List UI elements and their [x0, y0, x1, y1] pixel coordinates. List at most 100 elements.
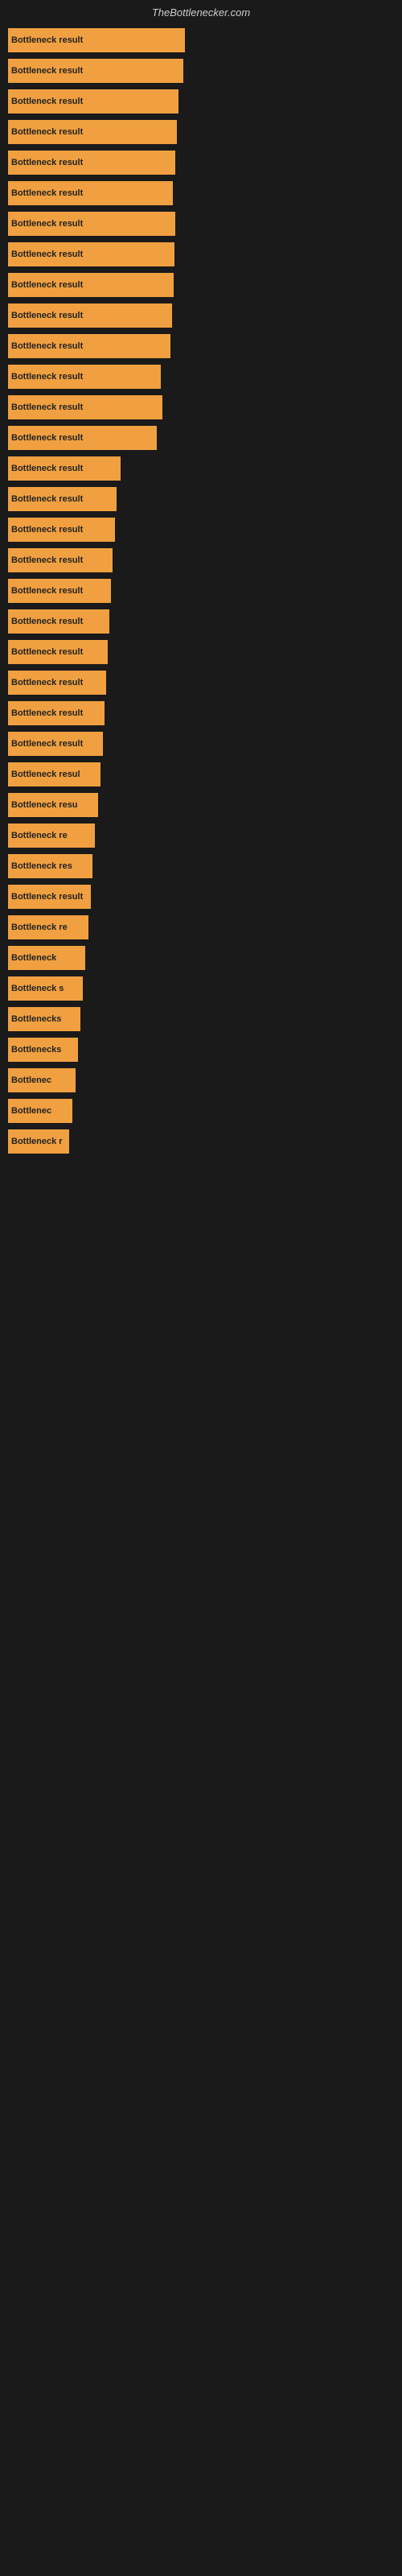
bar-label-9: Bottleneck result	[11, 311, 83, 320]
bar-10: Bottleneck result50.5	[8, 334, 170, 358]
bar-wrap: Bottleneck result51.8	[8, 89, 178, 114]
bar-label-30: Bottleneck	[11, 953, 56, 963]
bar-wrap: Bottleneck result	[8, 640, 108, 664]
bar-label-28: Bottleneck result	[11, 892, 83, 902]
bar-label-36: Bottleneck r	[11, 1137, 63, 1146]
bar-label-0: Bottleneck result	[11, 35, 83, 45]
bar-label-31: Bottleneck s	[11, 984, 64, 993]
bar-27: Bottleneck res	[8, 854, 92, 878]
bar-35: Bottlenec	[8, 1099, 72, 1123]
bar-wrap: Bottleneck s	[8, 976, 83, 1001]
bar-value-2: 51.8	[183, 96, 201, 107]
bar-value-10: 50.5	[174, 341, 193, 352]
bar-row: Bottleneck result51	[8, 270, 394, 300]
bar-label-1: Bottleneck result	[11, 66, 83, 76]
bar-row: Bottleneck result	[8, 453, 394, 484]
bar-row: Bottleneck result	[8, 484, 394, 514]
bar-wrap: Bottleneck result52.4	[8, 59, 183, 83]
bar-29: Bottleneck re	[8, 915, 88, 939]
bar-9: Bottleneck result50.7	[8, 303, 172, 328]
bar-wrap: Bottleneck result	[8, 885, 91, 909]
bar-wrap: Bottleneck re	[8, 824, 95, 848]
bar-17: Bottleneck result	[8, 548, 113, 572]
bar-wrap: Bottlenecks	[8, 1038, 78, 1062]
bar-label-5: Bottleneck result	[11, 188, 83, 198]
bar-wrap: Bottleneck result	[8, 548, 113, 572]
site-title: TheBottlenecker.com	[152, 6, 250, 19]
bar-wrap: Bottleneck result	[8, 456, 121, 481]
bar-wrap: Bottleneck result51.1	[8, 242, 174, 266]
bar-label-18: Bottleneck result	[11, 586, 83, 596]
bar-wrap: Bottleneck result50.7	[8, 303, 172, 328]
bar-row: Bottleneck re	[8, 820, 394, 851]
bar-label-10: Bottleneck result	[11, 341, 83, 351]
bar-row: Bottleneck result	[8, 606, 394, 637]
bar-label-3: Bottleneck result	[11, 127, 83, 137]
bar-wrap: Bottleneck res	[8, 854, 92, 878]
bar-6: Bottleneck result51.3	[8, 212, 175, 236]
bar-label-29: Bottleneck re	[11, 923, 68, 932]
bar-row: Bottleneck result 50.7	[8, 300, 394, 331]
bar-16: Bottleneck result	[8, 518, 115, 542]
bar-5: Bottleneck result50.9	[8, 181, 173, 205]
bar-label-11: Bottleneck result	[11, 372, 83, 382]
site-header: TheBottlenecker.com	[0, 0, 402, 22]
bar-label-4: Bottleneck result	[11, 158, 83, 167]
bar-26: Bottleneck re	[8, 824, 95, 848]
bar-label-15: Bottleneck result	[11, 494, 83, 504]
bar-row: Bottleneck result50.9	[8, 178, 394, 208]
bar-label-20: Bottleneck result	[11, 647, 83, 657]
bar-3: Bottleneck result51.5	[8, 120, 177, 144]
bar-wrap: Bottleneck resul	[8, 762, 100, 786]
bar-value-9: 50.7	[176, 310, 195, 321]
bar-value-6: 51.3	[179, 218, 198, 229]
bar-value-3: 51.5	[181, 126, 199, 138]
bar-wrap: Bottleneck result	[8, 609, 109, 634]
bar-21: Bottleneck result	[8, 671, 106, 695]
bar-0: Bottleneck result52.6	[8, 28, 185, 52]
bar-wrap: Bottleneck result48.9	[8, 365, 161, 389]
bar-wrap: Bottleneck result51	[8, 273, 174, 297]
bar-row: Bottleneck result 51.3	[8, 208, 394, 239]
bar-wrap: Bottleneck result	[8, 671, 106, 695]
bar-32: Bottlenecks	[8, 1007, 80, 1031]
bars-container: Bottleneck result52.6 Bottleneck result52…	[0, 22, 402, 1160]
bar-label-8: Bottleneck result	[11, 280, 83, 290]
bar-row: Bottleneck result 51.5	[8, 117, 394, 147]
bar-label-22: Bottleneck result	[11, 708, 83, 718]
bar-row: Bottleneck result	[8, 637, 394, 667]
bar-12: Bottleneck result49.2	[8, 395, 162, 419]
bar-label-14: Bottleneck result	[11, 464, 83, 473]
bar-row: Bottleneck r	[8, 1126, 394, 1157]
bar-11: Bottleneck result48.9	[8, 365, 161, 389]
bar-row: Bottleneck result52.6	[8, 25, 394, 56]
bar-row: Bottlenec	[8, 1096, 394, 1126]
bar-wrap: Bottleneck result51.3	[8, 212, 175, 236]
bar-label-13: Bottleneck result	[11, 433, 83, 443]
bar-wrap: Bottleneck resu	[8, 793, 98, 817]
bar-row: Bottlenecks	[8, 1004, 394, 1034]
bar-wrap: Bottleneck result51.5	[8, 120, 177, 144]
bar-label-34: Bottlenec	[11, 1075, 51, 1085]
bar-wrap: Bottleneck re	[8, 915, 88, 939]
bar-label-25: Bottleneck resu	[11, 800, 78, 810]
bar-28: Bottleneck result	[8, 885, 91, 909]
bar-34: Bottlenec	[8, 1068, 76, 1092]
bar-19: Bottleneck result	[8, 609, 109, 634]
bar-22: Bottleneck result	[8, 701, 105, 725]
bar-label-24: Bottleneck resul	[11, 770, 80, 779]
bar-wrap: Bottleneck result	[8, 518, 115, 542]
bar-wrap: Bottleneck result	[8, 732, 103, 756]
bar-wrap: Bottleneck r	[8, 1129, 69, 1154]
bar-14: Bottleneck result	[8, 456, 121, 481]
bar-row: Bottleneck result52.4	[8, 56, 394, 86]
bar-33: Bottlenecks	[8, 1038, 78, 1062]
bar-label-32: Bottlenecks	[11, 1014, 61, 1024]
bar-wrap: Bottleneck result49.2	[8, 395, 162, 419]
bar-wrap: Bottleneck result50.5	[8, 334, 170, 358]
bar-row: Bottleneck result48.1	[8, 423, 394, 453]
bar-wrap: Bottleneck result	[8, 487, 117, 511]
bar-23: Bottleneck result	[8, 732, 103, 756]
bar-label-6: Bottleneck result	[11, 219, 83, 229]
bar-1: Bottleneck result52.4	[8, 59, 183, 83]
